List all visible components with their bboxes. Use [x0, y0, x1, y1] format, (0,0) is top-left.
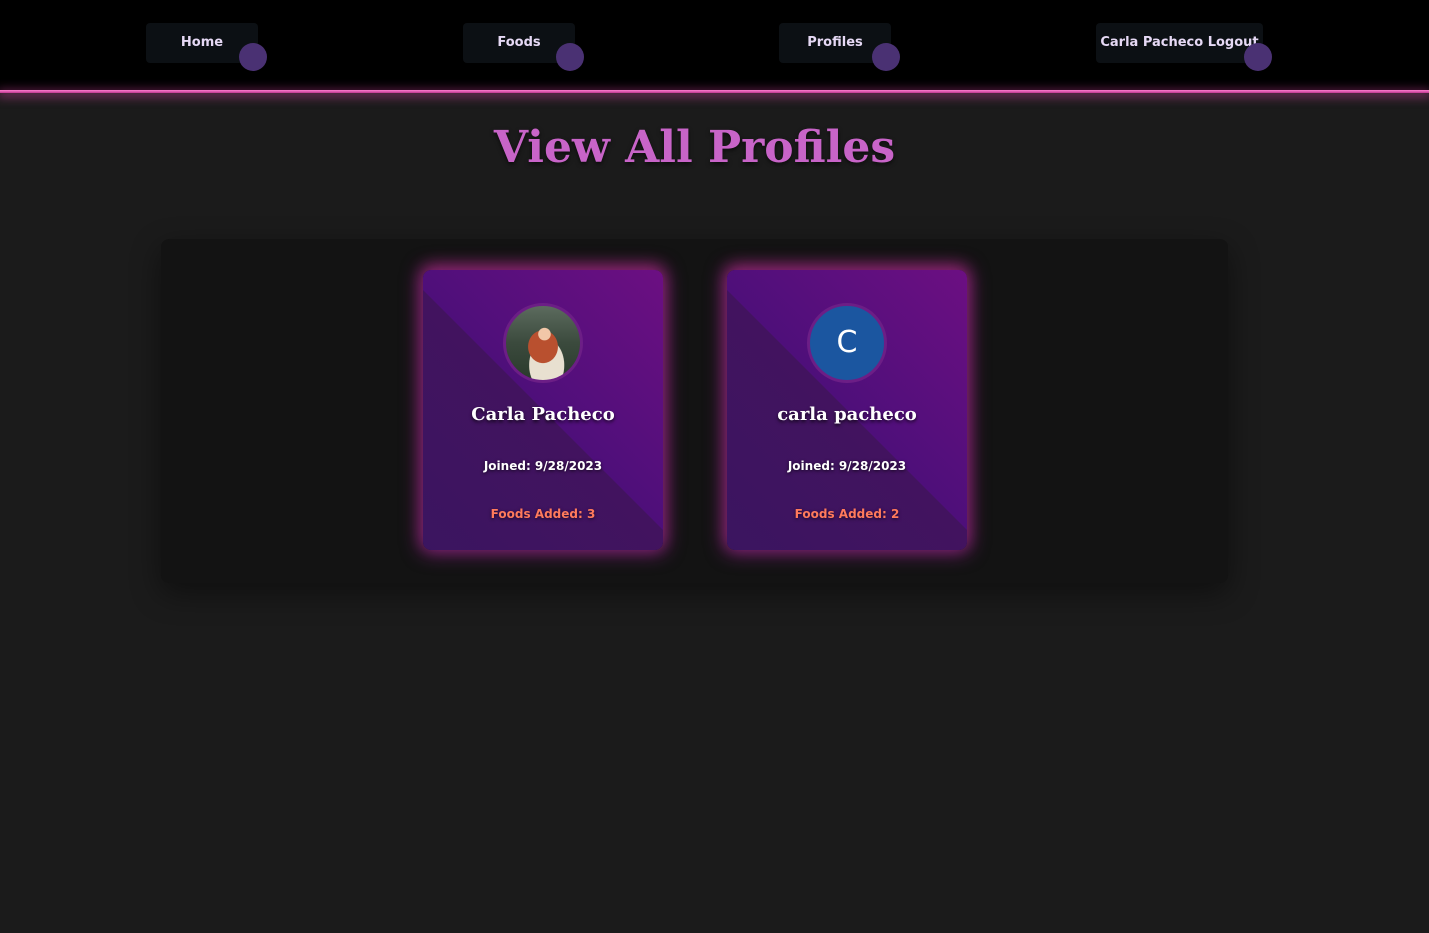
profile-foods-added: Foods Added: 2 — [794, 507, 900, 521]
profile-name: Carla Pacheco — [471, 404, 615, 425]
profile-card[interactable]: C carla pacheco Joined: 9/28/2023 Foods … — [727, 270, 967, 550]
nav-foods-button[interactable]: Foods — [463, 23, 584, 71]
nav-foods-label: Foods — [497, 35, 541, 50]
page-title: View All Profiles — [493, 122, 896, 173]
nav-home-button[interactable]: Home — [146, 23, 267, 71]
nav-dot-decoration — [1244, 43, 1272, 71]
nav-dot-decoration — [239, 43, 267, 71]
profile-avatar-letter: C — [807, 303, 887, 383]
profile-card[interactable]: Carla Pacheco Joined: 9/28/2023 Foods Ad… — [423, 270, 663, 550]
profile-foods-added: Foods Added: 3 — [490, 507, 596, 521]
nav-profiles-label: Profiles — [807, 35, 863, 50]
navbar-divider — [0, 90, 1429, 93]
profile-name: carla pacheco — [777, 404, 917, 425]
profile-avatar-photo — [503, 303, 583, 383]
nav-logout-button[interactable]: Carla Pacheco Logout — [1096, 23, 1272, 71]
nav-home-label: Home — [180, 35, 224, 50]
nav-logout-label: Carla Pacheco Logout — [1100, 35, 1259, 50]
nav-profiles-button[interactable]: Profiles — [779, 23, 900, 71]
profile-joined-date: Joined: 9/28/2023 — [483, 459, 603, 473]
top-navbar: Home Foods Profiles Carla Pacheco Logout — [0, 0, 1429, 90]
nav-dot-decoration — [872, 43, 900, 71]
profile-joined-date: Joined: 9/28/2023 — [787, 459, 907, 473]
profiles-panel: Carla Pacheco Joined: 9/28/2023 Foods Ad… — [161, 239, 1228, 583]
nav-dot-decoration — [556, 43, 584, 71]
